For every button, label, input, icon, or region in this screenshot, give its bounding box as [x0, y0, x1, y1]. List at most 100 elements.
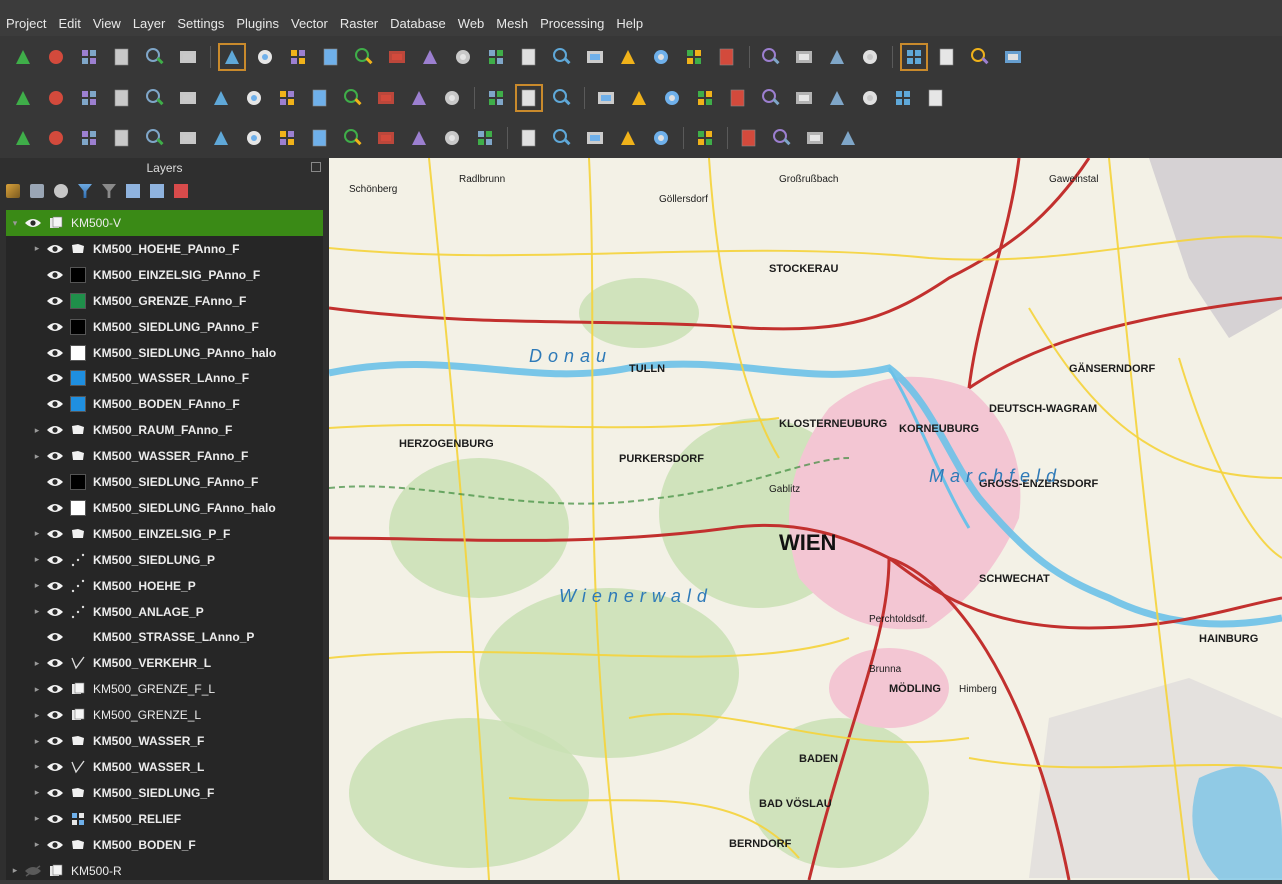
layer-row[interactable]: ▸ KM500_WASSER_F	[6, 728, 323, 754]
merge-features-icon[interactable]	[342, 127, 364, 149]
visibility-off-icon[interactable]	[24, 864, 42, 877]
save-edits-icon[interactable]	[628, 87, 650, 109]
menu-edit[interactable]: Edit	[58, 16, 80, 31]
reshape-icon[interactable]	[210, 127, 232, 149]
add-mesh-icon[interactable]	[78, 87, 100, 109]
redo-icon[interactable]	[892, 87, 914, 109]
merge-icon[interactable]	[925, 87, 947, 109]
pick-icon[interactable]	[551, 127, 573, 149]
style-manager-icon[interactable]	[177, 46, 199, 68]
add-part-icon[interactable]	[111, 127, 133, 149]
menu-vector[interactable]: Vector	[291, 16, 328, 31]
visibility-eye-icon[interactable]	[46, 554, 64, 566]
visibility-eye-icon[interactable]	[46, 787, 64, 799]
visibility-eye-icon[interactable]	[46, 372, 64, 384]
expand-arrow-icon[interactable]: ▸	[32, 736, 42, 747]
filter-expression-icon[interactable]	[102, 184, 116, 198]
vertex-tool-icon[interactable]	[694, 87, 716, 109]
add-delimited-text-icon[interactable]	[111, 87, 133, 109]
layer-row[interactable]: ▸ KM500_ANLAGE_P	[6, 599, 323, 625]
layer-row[interactable]: KM500_WASSER_LAnno_F	[6, 365, 323, 391]
menu-plugins[interactable]: Plugins	[236, 16, 279, 31]
add-group-icon[interactable]	[30, 184, 44, 198]
zoom-full-icon[interactable]	[353, 46, 375, 68]
layer-row[interactable]: KM500_SIEDLUNG_PAnno_halo	[6, 340, 323, 366]
layer-row[interactable]: ▸ KM500_RELIEF	[6, 806, 323, 832]
python-icon[interactable]	[518, 127, 540, 149]
menu-help[interactable]: Help	[616, 16, 643, 31]
add-ring-icon[interactable]	[45, 127, 67, 149]
expand-arrow-icon[interactable]: ▸	[32, 761, 42, 772]
settings-gear-icon[interactable]	[1002, 46, 1024, 68]
new-shapefile-icon[interactable]	[342, 87, 364, 109]
delete-selected-icon[interactable]	[727, 87, 749, 109]
copy-features-icon[interactable]	[793, 87, 815, 109]
split-features-icon[interactable]	[276, 127, 298, 149]
qgis-cloud-2-icon[interactable]	[650, 127, 672, 149]
layer-row[interactable]: KM500_SIEDLUNG_FAnno_F	[6, 469, 323, 495]
edit-labels-icon[interactable]	[771, 127, 793, 149]
expand-arrow-icon[interactable]: ▸	[32, 606, 42, 617]
menu-settings[interactable]: Settings	[177, 16, 224, 31]
globe-search-icon[interactable]	[485, 87, 507, 109]
visibility-eye-icon[interactable]	[46, 424, 64, 436]
share-icon[interactable]	[694, 127, 716, 149]
visibility-eye-icon[interactable]	[46, 683, 64, 695]
expand-arrow-icon[interactable]: ▸	[32, 813, 42, 824]
paste-features-icon[interactable]	[826, 87, 848, 109]
fill-ring-icon[interactable]	[78, 127, 100, 149]
rotate-point-icon[interactable]	[375, 127, 397, 149]
map-canvas[interactable]: Schönberg Radlbrunn Göllersdorf Großrußbach…	[329, 158, 1282, 880]
bookmark-icon[interactable]	[617, 46, 639, 68]
add-vector-icon[interactable]	[144, 87, 166, 109]
visibility-eye-icon[interactable]	[46, 502, 64, 514]
layer-row[interactable]: ▸ KM500_SIEDLUNG_F	[6, 780, 323, 806]
visibility-eye-icon[interactable]	[46, 398, 64, 410]
expand-arrow-icon[interactable]: ▸	[32, 528, 42, 539]
pin-labels-icon[interactable]	[804, 127, 826, 149]
globe-zoom-icon[interactable]	[515, 83, 543, 112]
measure-icon[interactable]	[936, 46, 958, 68]
snapping-icon[interactable]	[12, 127, 34, 149]
layer-row[interactable]: ▸ KM500_EINZELSIG_P_F	[6, 521, 323, 547]
expand-arrow-icon[interactable]: ▸	[32, 580, 42, 591]
add-virtual-layer-icon[interactable]	[177, 87, 199, 109]
expand-arrow-icon[interactable]: ▸	[10, 865, 20, 876]
zoom-next-icon[interactable]	[518, 46, 540, 68]
layout-manager-icon[interactable]	[144, 46, 166, 68]
new-project-icon[interactable]	[12, 46, 34, 68]
trace-icon[interactable]	[441, 127, 463, 149]
annotation-icon[interactable]	[969, 46, 991, 68]
expand-arrow-icon[interactable]: ▸	[32, 554, 42, 565]
manage-visibility-icon[interactable]	[54, 184, 68, 198]
visibility-eye-icon[interactable]	[24, 217, 42, 229]
binoculars-icon[interactable]	[551, 87, 573, 109]
layer-row[interactable]: ▾ KM500-V	[6, 210, 323, 236]
delete-ring-icon[interactable]	[144, 127, 166, 149]
zoom-out-icon[interactable]	[320, 46, 342, 68]
label-icon[interactable]	[738, 127, 760, 149]
menu-view[interactable]: View	[93, 16, 121, 31]
menu-project[interactable]: Project	[6, 16, 46, 31]
layer-row[interactable]: KM500_GRENZE_FAnno_F	[6, 288, 323, 314]
zoom-last-icon[interactable]	[485, 46, 507, 68]
visibility-eye-icon[interactable]	[46, 606, 64, 618]
visibility-eye-icon[interactable]	[46, 631, 64, 643]
expand-arrow-icon[interactable]: ▸	[32, 787, 42, 798]
attribute-table-icon[interactable]	[793, 46, 815, 68]
layer-row[interactable]: KM500_SIEDLUNG_PAnno_F	[6, 314, 323, 340]
expand-arrow-icon[interactable]: ▸	[32, 710, 42, 721]
visibility-eye-icon[interactable]	[46, 347, 64, 359]
expand-arrow-icon[interactable]: ▸	[32, 839, 42, 850]
label-toolbar-icon[interactable]	[837, 127, 859, 149]
zoom-in-icon[interactable]	[287, 46, 309, 68]
qgis-cloud-icon[interactable]	[617, 127, 639, 149]
print-layout-icon[interactable]	[111, 46, 133, 68]
open-project-icon[interactable]	[45, 46, 67, 68]
menu-web[interactable]: Web	[458, 16, 485, 31]
visibility-eye-icon[interactable]	[46, 839, 64, 851]
temporal-controller-icon[interactable]	[683, 46, 705, 68]
zoom-to-layer-icon[interactable]	[419, 46, 441, 68]
remove-layer-icon[interactable]	[408, 87, 430, 109]
layer-row[interactable]: KM500_BODEN_FAnno_F	[6, 391, 323, 417]
